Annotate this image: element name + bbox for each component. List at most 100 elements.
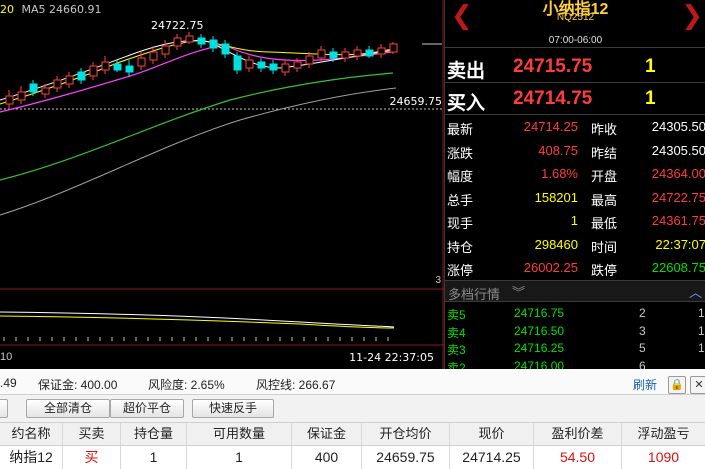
kline-chart[interactable]: 20 MA5 24660.91 24722.75 24659.75 3 10 1… [0,0,444,369]
stat-value: 1 [570,213,578,228]
candlestick [317,49,326,59]
sell-label: 卖出 [447,61,486,82]
depth-price: 24716.25 [514,341,565,355]
stat-label: 幅度 [447,169,474,184]
stat-value: 24722.75 [651,189,705,205]
stat-label: 开盘 [591,169,618,184]
position-toolbar: 全部清仓 超价平仓 快速反手 [0,396,705,420]
column-header[interactable]: 买卖 [63,423,121,445]
depth-volume: 5 [639,341,646,355]
balance-tail: .49 [0,376,17,390]
stat-value: 24305.50 [651,119,705,134]
high-price-label: 24722.75 [151,19,204,32]
candlestick [305,55,314,65]
candlestick [65,75,74,85]
candlestick [197,37,206,45]
table-row[interactable]: 纳指12 买 1 1 400 24659.75 24714.25 54.50 1… [0,446,705,469]
ma5-line [0,40,396,101]
candlestick [233,55,242,71]
stat-label: 最新 [447,122,474,137]
position-qty-cell: 1 [121,446,187,469]
contract-name-cell: 纳指12 [0,446,63,469]
ma-slow-line [0,87,397,216]
column-header[interactable]: 约名称 [0,423,63,445]
direction-cell: 买 [63,446,121,469]
candlestick [5,95,14,105]
margin-cell: 400 [292,446,362,469]
lock-icon[interactable]: 🔒 [668,376,686,394]
column-header[interactable]: 开仓均价 [362,423,450,445]
toolbar-button-partial[interactable] [0,399,8,418]
stat-value: 1.68% [541,166,578,181]
quick-reverse-button[interactable]: 快速反手 [192,399,274,418]
sell-quote-row[interactable]: 卖出 24715.75 1 [445,51,705,83]
buy-price: 24714.75 [513,88,593,109]
margin-info: 保证金: 400.00 [38,378,118,392]
column-header[interactable]: 可用数量 [187,423,292,445]
trading-session: 07:00-06:00 [548,35,603,46]
column-header[interactable]: 盈利价差 [534,423,622,445]
stat-value: 24364.00 [651,166,705,181]
stat-row: 持仓 298460 时间 22:37:07 [445,234,705,258]
ma-10-line [0,39,395,105]
candlestick [389,43,398,53]
depth-price: 24716.50 [514,323,565,338]
positions-table: 约名称 买卖 持仓量 可用数量 保证金 开仓均价 现价 盈利价差 浮动盈亏 纳指… [0,422,705,469]
ma5-label: MA5 24660.91 [21,3,102,16]
candlestick [53,79,62,89]
refresh-link[interactable]: 刷新 [633,376,657,393]
stat-value: 24361.75 [651,213,705,228]
candlestick [281,63,290,73]
double-chevron-down-icon[interactable]: ︾ [512,282,525,301]
column-header[interactable]: 浮动盈亏 [622,423,705,445]
depth-extra: 1 [698,306,705,320]
kline-svg [0,0,444,369]
stat-value: 408.75 [538,142,578,158]
close-all-button[interactable]: 全部清仓 [26,399,110,418]
next-contract-icon[interactable]: ❯ [681,2,703,28]
depth-extra: 1 [698,341,705,355]
column-header[interactable]: 持仓量 [121,423,187,445]
available-qty-cell: 1 [187,446,292,469]
candlestick [377,47,386,55]
depth-label: 卖4 [447,325,466,340]
depth-row: 卖2 24716.00 6 [445,358,705,370]
column-header[interactable]: 现价 [450,423,534,445]
stat-label: 最高 [591,192,618,208]
candlestick [269,63,278,71]
depth-header[interactable]: 多档行情 ︾ ︿ [445,280,705,302]
price-diff-cell: 54.50 [534,446,622,469]
candlestick [209,39,218,49]
candlestick [149,51,158,61]
risk-line-info: 风控线: 266.67 [256,378,336,392]
column-header[interactable]: 保证金 [292,423,362,445]
current-price-cell: 24714.25 [450,446,534,469]
candlestick [17,91,26,101]
stat-label: 最低 [591,216,618,231]
stat-label: 时间 [591,239,618,255]
stat-value: 158201 [534,189,578,205]
candlestick [101,61,110,71]
close-icon[interactable]: ✕ [690,376,705,394]
chevron-up-icon[interactable]: ︿ [689,282,702,301]
buy-label: 买入 [447,93,486,114]
over-price-close-button[interactable]: 超价平仓 [110,399,184,418]
quote-header: ❮ 小纳指12 NQ2512 07:00-06:00 ❯ [445,0,705,48]
stat-row: 总手 158201 最高 24722.75 [445,187,705,211]
depth-price: 24716.75 [514,306,565,320]
quote-panel: ❮ 小纳指12 NQ2512 07:00-06:00 ❯ 卖出 24715.75… [444,0,705,369]
candlestick [113,63,122,71]
candlestick [365,49,374,57]
ma-60-line [0,72,394,181]
candlestick [329,51,338,59]
candlestick [353,49,362,57]
account-bar: .49 保证金: 400.00 风险度: 2.65% 风控线: 266.67 刷… [0,369,705,395]
stat-value: 298460 [534,236,578,252]
buy-quote-row[interactable]: 买入 24714.75 1 [445,83,705,115]
depth-volume: 6 [639,358,646,370]
stat-label: 涨跌 [447,145,474,161]
candlestick [77,71,86,81]
depth-label: 卖3 [447,343,466,357]
indicator-line [0,315,395,329]
candlestick [257,61,266,69]
